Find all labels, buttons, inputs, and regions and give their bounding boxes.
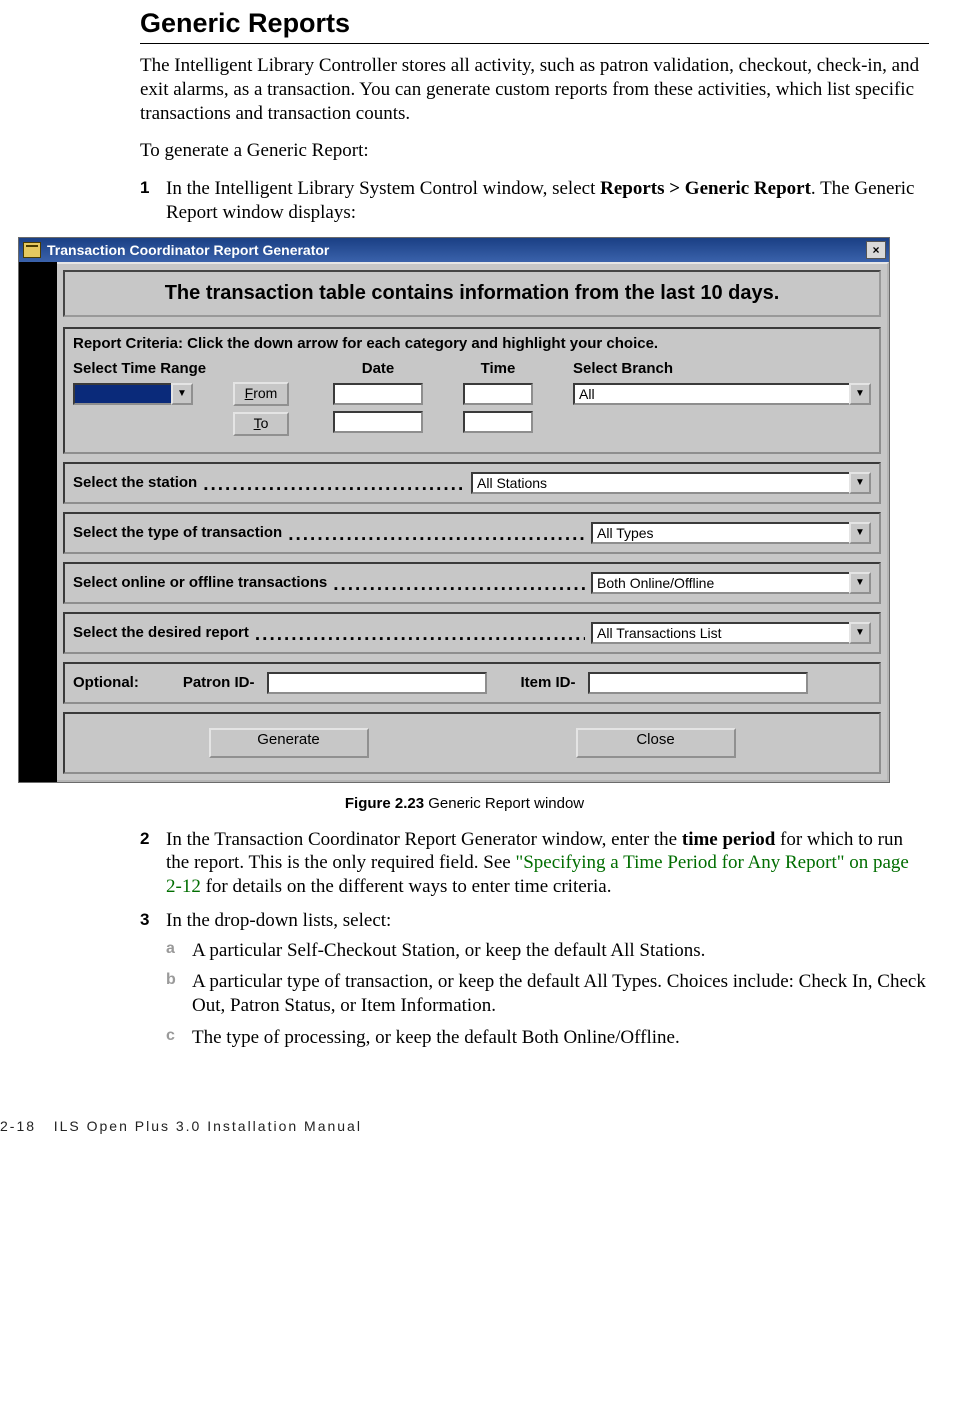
page-footer: 2-18 ILS Open Plus 3.0 Installation Manu…: [0, 1118, 929, 1134]
online-combo[interactable]: Both Online/Offline: [591, 572, 871, 594]
substep-c: c The type of processing, or keep the de…: [166, 1026, 929, 1050]
txn-type-combo[interactable]: All Types: [591, 522, 871, 544]
txn-type-label: Select the type of transaction: [73, 524, 282, 541]
report-label: Select the desired report: [73, 624, 249, 641]
chevron-down-icon[interactable]: [849, 622, 871, 644]
online-label: Select online or offline transactions: [73, 574, 327, 591]
sub-body: A particular type of transaction, or kee…: [192, 970, 929, 1018]
from-label-rest: rom: [253, 385, 277, 401]
step-number: 3: [140, 909, 166, 1058]
window-dark-sidebar: [19, 262, 57, 782]
station-label: Select the station: [73, 474, 197, 491]
intro-paragraph: The Intelligent Library Controller store…: [140, 54, 929, 125]
time-label: Time: [463, 360, 533, 377]
branch-label: Select Branch: [573, 360, 871, 377]
step1-pre: In the Intelligent Library System Contro…: [166, 178, 600, 199]
from-date-input[interactable]: [333, 383, 423, 405]
sub-letter: b: [166, 970, 192, 1018]
info-banner: The transaction table contains informati…: [63, 270, 881, 317]
report-value: All Transactions List: [591, 622, 849, 644]
substep-b: b A particular type of transaction, or k…: [166, 970, 929, 1018]
sub-letter: c: [166, 1026, 192, 1050]
online-panel: Select online or offline transactions Bo…: [63, 562, 881, 604]
txn-type-value: All Types: [591, 522, 849, 544]
branch-combo[interactable]: All: [573, 383, 871, 405]
close-icon: ×: [872, 243, 879, 257]
step-body: In the Intelligent Library System Contro…: [166, 177, 929, 225]
report-panel: Select the desired report All Transactio…: [63, 612, 881, 654]
to-time-input[interactable]: [463, 411, 533, 433]
dot-leader: [288, 526, 585, 540]
chevron-down-icon[interactable]: [849, 572, 871, 594]
txn-type-panel: Select the type of transaction All Types: [63, 512, 881, 554]
chevron-down-icon[interactable]: [171, 383, 193, 405]
step2-pre: In the Transaction Coordinator Report Ge…: [166, 829, 682, 850]
date-label: Date: [333, 360, 423, 377]
report-combo[interactable]: All Transactions List: [591, 622, 871, 644]
step-body: In the Transaction Coordinator Report Ge…: [166, 828, 929, 899]
page-number: 2-18: [0, 1118, 36, 1134]
window-icon: [23, 242, 41, 258]
sub-letter: a: [166, 939, 192, 963]
dot-leader: [203, 476, 465, 490]
page-title: Generic Reports: [140, 8, 929, 39]
item-id-input[interactable]: [588, 672, 808, 694]
generate-button[interactable]: Generate: [209, 728, 369, 758]
figure-text: Generic Report window: [424, 795, 584, 812]
from-button[interactable]: From: [233, 382, 289, 406]
from-time-input[interactable]: [463, 383, 533, 405]
step-3: 3 In the drop-down lists, select: a A pa…: [140, 909, 929, 1058]
close-button[interactable]: Close: [576, 728, 736, 758]
step-1: 1 In the Intelligent Library System Cont…: [140, 177, 929, 225]
to-date-input[interactable]: [333, 411, 423, 433]
lead-in: To generate a Generic Report:: [140, 139, 929, 163]
to-button[interactable]: To: [233, 412, 289, 436]
step2-post: for details on the different ways to ent…: [201, 876, 612, 897]
substep-a: a A particular Self-Checkout Station, or…: [166, 939, 929, 963]
online-value: Both Online/Offline: [591, 572, 849, 594]
button-bar: Generate Close: [63, 712, 881, 774]
step1-menu-path: Reports > Generic Report: [600, 178, 811, 199]
title-rule: [140, 43, 929, 44]
dot-leader: [255, 626, 585, 640]
station-combo[interactable]: All Stations: [471, 472, 871, 494]
branch-value: All: [573, 383, 849, 405]
step-body: In the drop-down lists, select: a A part…: [166, 909, 929, 1058]
station-panel: Select the station All Stations: [63, 462, 881, 504]
sub-body: A particular Self-Checkout Station, or k…: [192, 939, 929, 963]
optional-panel: Optional: Patron ID- Item ID-: [63, 662, 881, 704]
window-title: Transaction Coordinator Report Generator: [47, 242, 329, 258]
item-id-label: Item ID-: [521, 674, 576, 691]
chevron-down-icon[interactable]: [849, 383, 871, 405]
to-label-rest: o: [261, 415, 269, 431]
criteria-heading: Report Criteria: Click the down arrow fo…: [73, 335, 871, 352]
dot-leader: [333, 576, 585, 590]
window-titlebar[interactable]: Transaction Coordinator Report Generator…: [19, 238, 889, 262]
time-range-value: [73, 383, 171, 405]
step2-bold: time period: [682, 829, 775, 850]
window-close-button[interactable]: ×: [866, 241, 886, 259]
station-value: All Stations: [471, 472, 849, 494]
time-range-combo[interactable]: [73, 383, 193, 405]
chevron-down-icon[interactable]: [849, 522, 871, 544]
step-2: 2 In the Transaction Coordinator Report …: [140, 828, 929, 899]
sub-body: The type of processing, or keep the defa…: [192, 1026, 929, 1050]
figure-label: Figure 2.23: [345, 795, 424, 812]
step3-text: In the drop-down lists, select:: [166, 910, 391, 931]
step-number: 1: [140, 177, 166, 225]
patron-id-label: Patron ID-: [183, 674, 255, 691]
figure-caption: Figure 2.23 Generic Report window: [0, 795, 929, 812]
patron-id-input[interactable]: [267, 672, 487, 694]
report-generator-window: Transaction Coordinator Report Generator…: [18, 237, 890, 783]
time-range-label: Select Time Range: [73, 360, 193, 377]
chevron-down-icon[interactable]: [849, 472, 871, 494]
step-number: 2: [140, 828, 166, 899]
optional-label: Optional:: [73, 674, 139, 691]
book-title: ILS Open Plus 3.0 Installation Manual: [54, 1118, 362, 1134]
criteria-panel: Report Criteria: Click the down arrow fo…: [63, 327, 881, 454]
